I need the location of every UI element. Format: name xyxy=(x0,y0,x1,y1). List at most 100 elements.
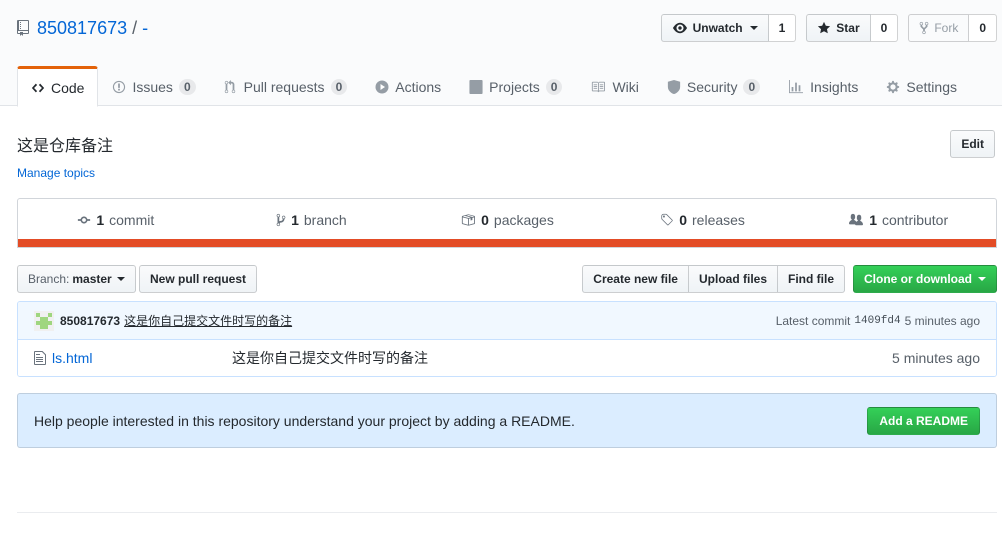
new-pull-request-button[interactable]: New pull request xyxy=(139,265,258,293)
commit-tease: 850817673 这是你自己提交文件时写的备注 Latest commit 1… xyxy=(18,302,996,340)
repo-owner-link[interactable]: 850817673 xyxy=(37,18,127,39)
file-navigation: Branch: master New pull request Create n… xyxy=(17,265,997,293)
star-count[interactable]: 0 xyxy=(870,14,899,42)
branch-select-button[interactable]: Branch: master xyxy=(17,265,136,293)
watch-group: Unwatch 1 xyxy=(660,14,797,42)
star-button[interactable]: Star xyxy=(806,14,871,42)
releases-link[interactable]: 0 releases xyxy=(605,199,801,240)
packages-link[interactable]: 0 packages xyxy=(409,199,605,240)
people-icon xyxy=(848,213,864,227)
tab-security-label: Security xyxy=(686,79,738,95)
tab-issues[interactable]: Issues 0 xyxy=(98,66,209,106)
commits-label: commit xyxy=(109,211,155,228)
pagehead-actions: Unwatch 1 Star 0 Fork 0 xyxy=(660,14,997,42)
create-new-file-button[interactable]: Create new file xyxy=(582,265,689,293)
edit-button[interactable]: Edit xyxy=(950,130,995,158)
tab-settings[interactable]: Settings xyxy=(872,66,971,106)
commit-icon xyxy=(77,213,91,227)
file-icon xyxy=(34,350,46,366)
readme-banner-text: Help people interested in this repositor… xyxy=(34,412,575,429)
upload-files-button[interactable]: Upload files xyxy=(687,265,778,293)
packages-count: 0 xyxy=(481,211,489,228)
security-counter: 0 xyxy=(743,78,761,96)
tab-pull-requests[interactable]: Pull requests 0 xyxy=(210,66,362,106)
unwatch-button[interactable]: Unwatch xyxy=(660,14,769,42)
tab-insights-label: Insights xyxy=(810,79,859,95)
eye-icon xyxy=(672,21,688,35)
fork-label: Fork xyxy=(934,21,959,35)
package-icon xyxy=(460,213,476,227)
project-icon xyxy=(469,80,483,94)
manage-topics-link[interactable]: Manage topics xyxy=(17,166,95,180)
tab-pull-requests-label: Pull requests xyxy=(243,79,325,95)
clone-label: Clone or download xyxy=(864,272,972,286)
file-commit-message-link[interactable]: 这是你自己提交文件时写的备注 xyxy=(232,348,428,368)
language-bar[interactable] xyxy=(18,239,996,247)
repo-name-link[interactable]: - xyxy=(142,18,148,39)
tab-actions-label: Actions xyxy=(395,79,442,95)
commit-age: 5 minutes ago xyxy=(904,314,980,328)
tag-icon xyxy=(660,213,674,227)
graph-icon xyxy=(788,80,804,94)
tab-insights[interactable]: Insights xyxy=(774,66,872,106)
fork-button[interactable]: Fork xyxy=(908,14,970,42)
tab-wiki[interactable]: Wiki xyxy=(576,66,652,106)
pull-request-icon xyxy=(224,80,238,94)
add-readme-button[interactable]: Add a README xyxy=(867,407,980,435)
tab-security[interactable]: Security 0 xyxy=(653,66,774,106)
branches-count: 1 xyxy=(291,211,299,228)
branches-link[interactable]: 1 branch xyxy=(214,199,410,240)
tab-actions[interactable]: Actions xyxy=(361,66,455,106)
contributors-label: contributor xyxy=(881,211,949,228)
chevron-down-icon xyxy=(749,26,758,30)
play-icon xyxy=(375,80,389,94)
repo-icon xyxy=(17,20,29,36)
commits-count: 1 xyxy=(96,211,105,228)
tab-issues-label: Issues xyxy=(132,79,173,95)
pulls-counter: 0 xyxy=(330,78,348,96)
tab-settings-label: Settings xyxy=(906,79,957,95)
repo-description: 这是仓库备注 xyxy=(17,138,114,155)
star-icon xyxy=(817,21,831,35)
repo-nav: Code Issues 0 Pull requests 0 Actions Pr… xyxy=(17,66,971,107)
file-list: 850817673 这是你自己提交文件时写的备注 Latest commit 1… xyxy=(17,301,997,377)
fork-group: Fork 0 xyxy=(908,14,997,42)
chevron-down-icon xyxy=(978,277,986,281)
issue-icon xyxy=(112,80,126,94)
clone-or-download-button[interactable]: Clone or download xyxy=(853,265,997,293)
repo-separator: / xyxy=(132,17,138,38)
find-file-button[interactable]: Find file xyxy=(777,265,845,293)
releases-count: 0 xyxy=(679,211,688,228)
file-name-link[interactable]: ls.html xyxy=(52,350,232,366)
commits-link[interactable]: 1 commit xyxy=(18,199,214,240)
footer-divider xyxy=(17,512,997,513)
avatar[interactable] xyxy=(34,310,54,331)
commit-message-link[interactable]: 这是你自己提交文件时写的备注 xyxy=(124,312,292,329)
contributors-count: 1 xyxy=(869,211,877,228)
file-actions: Create new file Upload files Find file C… xyxy=(582,265,997,293)
file-buttons-group: Create new file Upload files Find file xyxy=(582,265,845,293)
contributors-link[interactable]: 1 contributor xyxy=(800,199,996,240)
tab-code[interactable]: Code xyxy=(17,66,99,107)
repo-title: 850817673 / - xyxy=(17,16,148,40)
releases-label: releases xyxy=(692,211,745,228)
numbers-summary: 1 commit 1 branch 0 packages 0 releases … xyxy=(17,198,997,248)
star-label: Star xyxy=(836,21,860,35)
tab-projects[interactable]: Projects 0 xyxy=(455,66,576,106)
commit-author-link[interactable]: 850817673 xyxy=(60,314,120,328)
fork-count[interactable]: 0 xyxy=(969,14,997,42)
packages-label: packages xyxy=(493,211,554,228)
branch-label: Branch: xyxy=(28,272,70,286)
watch-count[interactable]: 1 xyxy=(768,14,797,42)
shield-icon xyxy=(667,80,681,94)
latest-commit-label: Latest commit xyxy=(775,314,851,328)
commit-sha-link[interactable]: 1409fd4 xyxy=(854,315,900,327)
star-group: Star 0 xyxy=(806,14,899,42)
branches-label: branch xyxy=(303,211,347,228)
issues-counter: 0 xyxy=(178,78,196,96)
unwatch-label: Unwatch xyxy=(692,21,743,35)
tab-code-label: Code xyxy=(51,79,85,96)
projects-counter: 0 xyxy=(545,78,563,96)
file-age: 5 minutes ago xyxy=(892,350,980,366)
book-icon xyxy=(590,80,606,94)
